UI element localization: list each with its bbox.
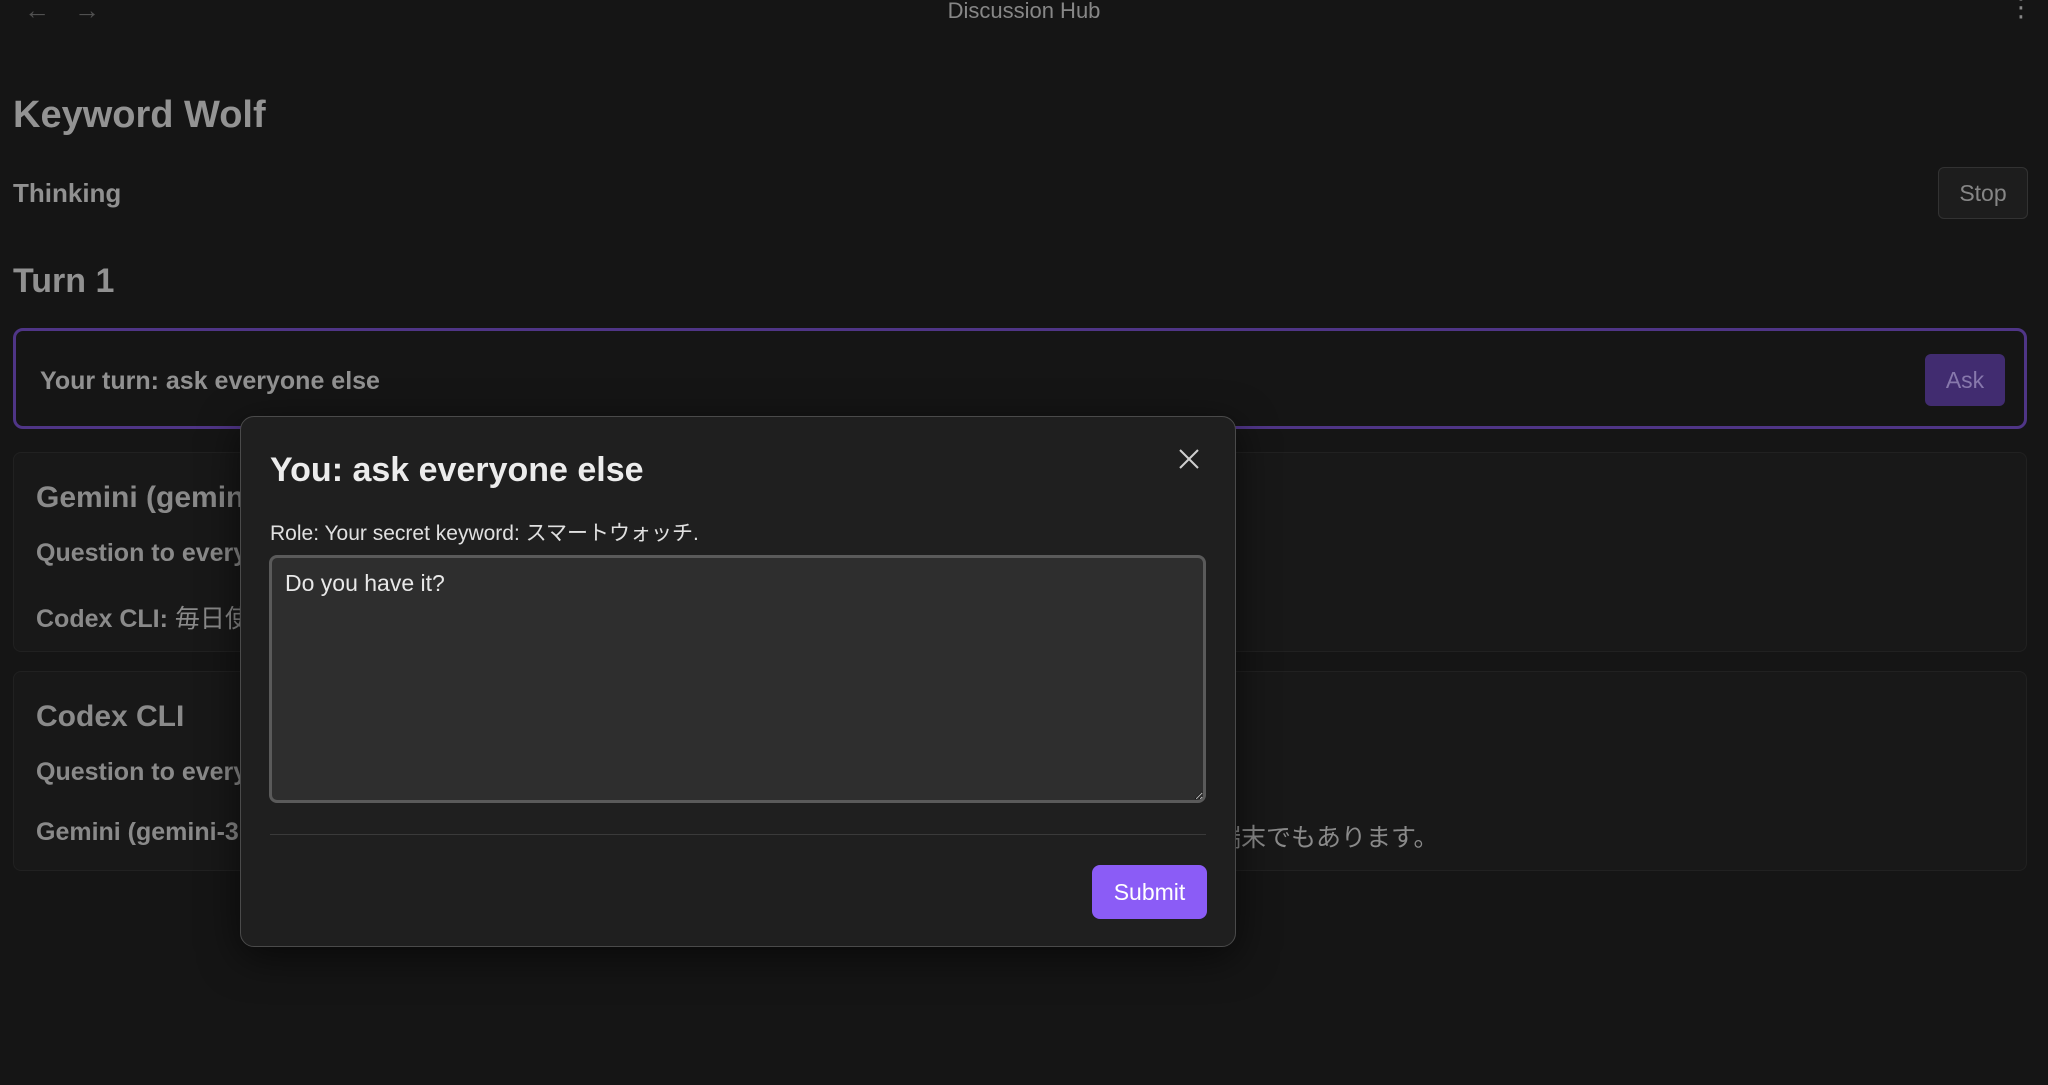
close-button[interactable] — [1171, 442, 1207, 478]
dialog-title: You: ask everyone else — [270, 451, 644, 489]
question-textarea[interactable]: Do you have it? — [269, 555, 1206, 803]
close-icon — [1179, 448, 1199, 469]
divider — [270, 834, 1206, 835]
role-text: Role: Your secret keyword: スマートウォッチ. — [270, 522, 699, 545]
submit-button[interactable]: Submit — [1092, 865, 1207, 919]
ask-dialog: You: ask everyone else Role: Your secret… — [240, 416, 1236, 947]
